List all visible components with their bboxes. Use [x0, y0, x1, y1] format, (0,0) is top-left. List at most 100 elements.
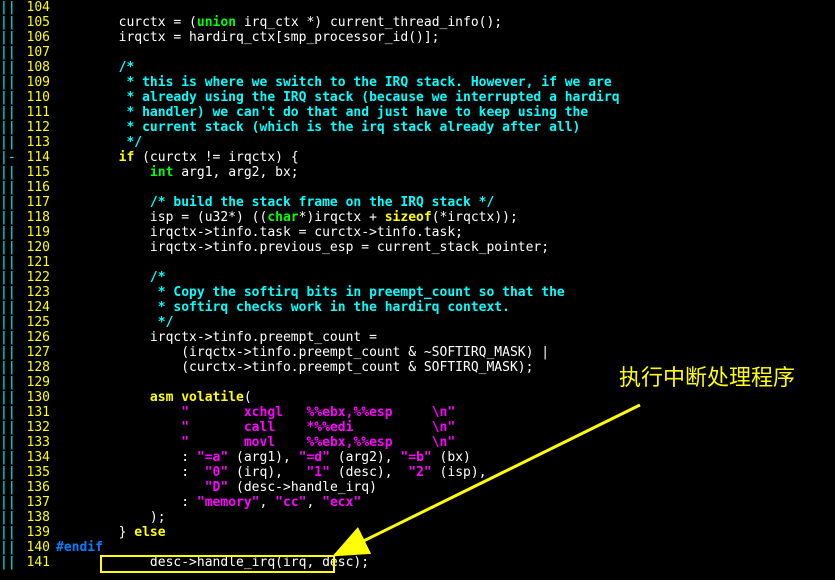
code-line[interactable]: ||133 " movl %%ebx,%%esp \n" [0, 435, 835, 450]
code-content[interactable]: int arg1, arg2, bx; [56, 165, 835, 180]
fold-gutter[interactable]: || [0, 360, 18, 375]
fold-gutter[interactable]: || [0, 390, 18, 405]
code-content[interactable]: */ [56, 135, 835, 150]
code-content[interactable]: : "memory", "cc", "ecx" [56, 495, 835, 510]
fold-gutter[interactable]: || [0, 45, 18, 60]
fold-gutter[interactable]: || [0, 60, 18, 75]
fold-gutter[interactable]: || [0, 495, 18, 510]
code-line[interactable]: ||120 irqctx->tinfo.previous_esp = curre… [0, 240, 835, 255]
code-line[interactable]: ||105 curctx = (union irq_ctx *) current… [0, 15, 835, 30]
fold-gutter[interactable]: || [0, 90, 18, 105]
code-content[interactable]: "D" (desc->handle_irq) [56, 480, 835, 495]
fold-gutter[interactable]: || [0, 435, 18, 450]
fold-gutter[interactable]: || [0, 525, 18, 540]
code-content[interactable]: */ [56, 315, 835, 330]
fold-gutter[interactable]: || [0, 300, 18, 315]
code-content[interactable]: " xchgl %%ebx,%%esp \n" [56, 405, 835, 420]
fold-gutter[interactable]: || [0, 540, 18, 555]
code-content[interactable]: " call *%%edi \n" [56, 420, 835, 435]
code-content[interactable]: : "0" (irq), "1" (desc), "2" (isp), [56, 465, 835, 480]
code-content[interactable]: /* [56, 270, 835, 285]
code-line[interactable]: ||138 ); [0, 510, 835, 525]
code-line[interactable]: |-114 if (curctx != irqctx) { [0, 150, 835, 165]
code-content[interactable]: * already using the IRQ stack (because w… [56, 90, 835, 105]
code-content[interactable]: curctx = (union irq_ctx *) current_threa… [56, 15, 835, 30]
code-line[interactable]: ||110 * already using the IRQ stack (bec… [0, 90, 835, 105]
code-content[interactable]: isp = (u32*) ((char*)irqctx + sizeof(*ir… [56, 210, 835, 225]
fold-gutter[interactable]: || [0, 120, 18, 135]
code-line[interactable]: ||104 [0, 0, 835, 15]
fold-gutter[interactable]: || [0, 345, 18, 360]
code-line[interactable]: ||113 */ [0, 135, 835, 150]
code-line[interactable]: ||122 /* [0, 270, 835, 285]
code-content[interactable]: " movl %%ebx,%%esp \n" [56, 435, 835, 450]
code-content[interactable]: * handler) we can't do that and just hav… [56, 105, 835, 120]
fold-gutter[interactable]: || [0, 135, 18, 150]
code-content[interactable]: : "=a" (arg1), "=d" (arg2), "=b" (bx) [56, 450, 835, 465]
code-line[interactable]: ||121 [0, 255, 835, 270]
code-content[interactable]: /* build the stack frame on the IRQ stac… [56, 195, 835, 210]
code-content[interactable] [56, 45, 835, 60]
code-content[interactable] [56, 180, 835, 195]
code-content[interactable]: irqctx->tinfo.preempt_count = [56, 330, 835, 345]
code-content[interactable]: irqctx->tinfo.previous_esp = current_sta… [56, 240, 835, 255]
code-line[interactable]: ||132 " call *%%edi \n" [0, 420, 835, 435]
code-line[interactable]: ||137 : "memory", "cc", "ecx" [0, 495, 835, 510]
code-content[interactable]: * current stack (which is the irq stack … [56, 120, 835, 135]
code-content[interactable]: desc->handle_irq(irq, desc); [56, 555, 835, 570]
code-line[interactable]: ||134 : "=a" (arg1), "=d" (arg2), "=b" (… [0, 450, 835, 465]
fold-gutter[interactable]: || [0, 105, 18, 120]
fold-gutter[interactable]: || [0, 240, 18, 255]
code-line[interactable]: ||139 } else [0, 525, 835, 540]
fold-gutter[interactable]: || [0, 480, 18, 495]
code-line[interactable]: ||136 "D" (desc->handle_irq) [0, 480, 835, 495]
code-line[interactable]: ||124 * softirq checks work in the hardi… [0, 300, 835, 315]
code-line[interactable]: ||123 * Copy the softirq bits in preempt… [0, 285, 835, 300]
code-content[interactable]: irqctx = hardirq_ctx[smp_processor_id()]… [56, 30, 835, 45]
code-content[interactable]: #endif [56, 540, 835, 555]
fold-gutter[interactable]: || [0, 165, 18, 180]
fold-gutter[interactable]: || [0, 465, 18, 480]
code-content[interactable]: * this is where we switch to the IRQ sta… [56, 75, 835, 90]
fold-gutter[interactable]: |- [0, 150, 18, 165]
code-content[interactable]: if (curctx != irqctx) { [56, 150, 835, 165]
code-line[interactable]: ||126 irqctx->tinfo.preempt_count = [0, 330, 835, 345]
code-content[interactable]: * Copy the softirq bits in preempt_count… [56, 285, 835, 300]
code-content[interactable]: ); [56, 510, 835, 525]
fold-gutter[interactable]: || [0, 375, 18, 390]
fold-gutter[interactable]: || [0, 510, 18, 525]
fold-gutter[interactable]: || [0, 15, 18, 30]
fold-gutter[interactable]: || [0, 285, 18, 300]
code-line[interactable]: ||131 " xchgl %%ebx,%%esp \n" [0, 405, 835, 420]
code-content[interactable]: } else [56, 525, 835, 540]
fold-gutter[interactable]: || [0, 0, 18, 15]
code-line[interactable]: ||112 * current stack (which is the irq … [0, 120, 835, 135]
fold-gutter[interactable]: || [0, 30, 18, 45]
code-line[interactable]: ||106 irqctx = hardirq_ctx[smp_processor… [0, 30, 835, 45]
fold-gutter[interactable]: || [0, 330, 18, 345]
fold-gutter[interactable]: || [0, 210, 18, 225]
code-line[interactable]: ||116 [0, 180, 835, 195]
fold-gutter[interactable]: || [0, 405, 18, 420]
code-line[interactable]: ||140#endif [0, 540, 835, 555]
fold-gutter[interactable]: || [0, 450, 18, 465]
fold-gutter[interactable]: || [0, 315, 18, 330]
code-content[interactable]: irqctx->tinfo.task = curctx->tinfo.task; [56, 225, 835, 240]
fold-gutter[interactable]: || [0, 75, 18, 90]
code-line[interactable]: ||130 asm volatile( [0, 390, 835, 405]
code-line[interactable]: ||119 irqctx->tinfo.task = curctx->tinfo… [0, 225, 835, 240]
code-content[interactable]: asm volatile( [56, 390, 835, 405]
code-line[interactable]: ||135 : "0" (irq), "1" (desc), "2" (isp)… [0, 465, 835, 480]
code-content[interactable]: (irqctx->tinfo.preempt_count & ~SOFTIRQ_… [56, 345, 835, 360]
code-line[interactable]: ||109 * this is where we switch to the I… [0, 75, 835, 90]
fold-gutter[interactable]: || [0, 180, 18, 195]
code-editor[interactable]: ||104||105 curctx = (union irq_ctx *) cu… [0, 0, 835, 580]
code-line[interactable]: ||108 /* [0, 60, 835, 75]
fold-gutter[interactable]: || [0, 225, 18, 240]
code-line[interactable]: ||117 /* build the stack frame on the IR… [0, 195, 835, 210]
code-content[interactable]: * softirq checks work in the hardirq con… [56, 300, 835, 315]
code-content[interactable] [56, 0, 835, 15]
code-line[interactable]: ||111 * handler) we can't do that and ju… [0, 105, 835, 120]
fold-gutter[interactable]: || [0, 420, 18, 435]
code-line[interactable]: ||141 desc->handle_irq(irq, desc); [0, 555, 835, 570]
